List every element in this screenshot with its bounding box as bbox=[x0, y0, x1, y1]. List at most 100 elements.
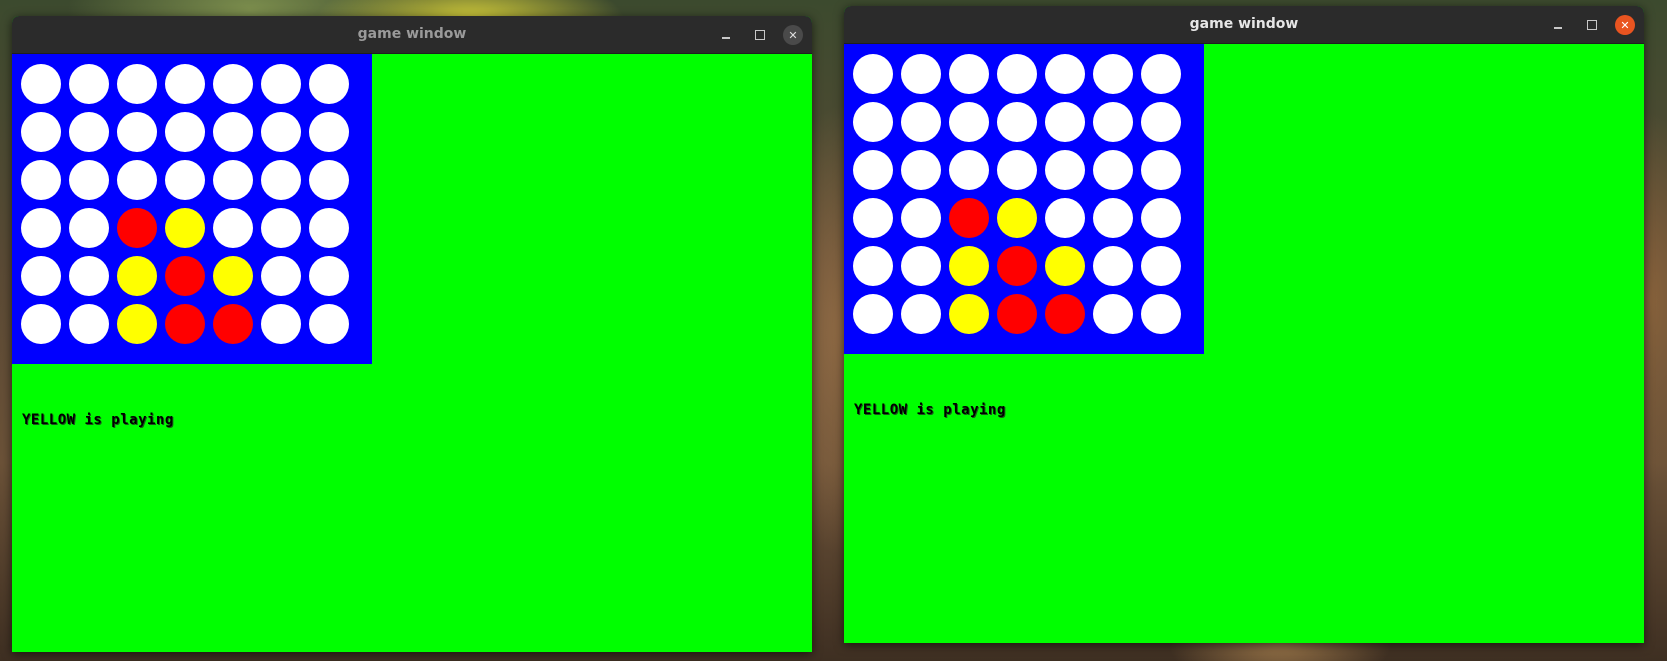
cell-red[interactable] bbox=[165, 304, 205, 344]
cell-empty[interactable] bbox=[21, 256, 61, 296]
cell-empty[interactable] bbox=[69, 112, 109, 152]
cell-empty[interactable] bbox=[1045, 150, 1085, 190]
cell-yellow[interactable] bbox=[949, 246, 989, 286]
cell-empty[interactable] bbox=[1093, 246, 1133, 286]
cell-empty[interactable] bbox=[69, 64, 109, 104]
cell-empty[interactable] bbox=[69, 256, 109, 296]
cell-empty[interactable] bbox=[1045, 198, 1085, 238]
cell-empty[interactable] bbox=[901, 54, 941, 94]
cell-empty[interactable] bbox=[853, 150, 893, 190]
connect-four-board[interactable] bbox=[12, 54, 372, 364]
cell-empty[interactable] bbox=[261, 64, 301, 104]
cell-empty[interactable] bbox=[213, 64, 253, 104]
cell-empty[interactable] bbox=[997, 54, 1037, 94]
cell-empty[interactable] bbox=[1141, 198, 1181, 238]
cell-empty[interactable] bbox=[261, 112, 301, 152]
cell-empty[interactable] bbox=[901, 150, 941, 190]
cell-yellow[interactable] bbox=[1045, 246, 1085, 286]
titlebar[interactable]: game window ✕ bbox=[12, 16, 812, 54]
cell-red[interactable] bbox=[997, 294, 1037, 334]
cell-empty[interactable] bbox=[1093, 294, 1133, 334]
cell-red[interactable] bbox=[117, 208, 157, 248]
cell-empty[interactable] bbox=[165, 64, 205, 104]
cell-empty[interactable] bbox=[901, 198, 941, 238]
cell-empty[interactable] bbox=[309, 208, 349, 248]
cell-empty[interactable] bbox=[165, 112, 205, 152]
cell-empty[interactable] bbox=[261, 160, 301, 200]
cell-empty[interactable] bbox=[261, 304, 301, 344]
maximize-icon[interactable] bbox=[1582, 15, 1602, 35]
cell-empty[interactable] bbox=[21, 64, 61, 104]
cell-empty[interactable] bbox=[997, 150, 1037, 190]
cell-empty[interactable] bbox=[21, 208, 61, 248]
cell-empty[interactable] bbox=[853, 102, 893, 142]
cell-empty[interactable] bbox=[261, 256, 301, 296]
cell-empty[interactable] bbox=[1141, 294, 1181, 334]
cell-yellow[interactable] bbox=[949, 294, 989, 334]
cell-empty[interactable] bbox=[21, 304, 61, 344]
cell-empty[interactable] bbox=[309, 304, 349, 344]
cell-empty[interactable] bbox=[901, 246, 941, 286]
cell-empty[interactable] bbox=[309, 160, 349, 200]
cell-empty[interactable] bbox=[309, 112, 349, 152]
cell-red[interactable] bbox=[997, 246, 1037, 286]
cell-yellow[interactable] bbox=[997, 198, 1037, 238]
cell-empty[interactable] bbox=[69, 304, 109, 344]
maximize-icon[interactable] bbox=[750, 25, 770, 45]
cell-empty[interactable] bbox=[309, 256, 349, 296]
status-text: YELLOW is playing bbox=[854, 402, 1006, 418]
cell-empty[interactable] bbox=[1141, 150, 1181, 190]
cell-empty[interactable] bbox=[853, 246, 893, 286]
cell-empty[interactable] bbox=[165, 160, 205, 200]
cell-empty[interactable] bbox=[1093, 102, 1133, 142]
cell-empty[interactable] bbox=[21, 160, 61, 200]
cell-yellow[interactable] bbox=[165, 208, 205, 248]
cell-empty[interactable] bbox=[117, 64, 157, 104]
cell-empty[interactable] bbox=[1093, 150, 1133, 190]
cell-red[interactable] bbox=[949, 198, 989, 238]
window-title: game window bbox=[1189, 16, 1299, 32]
cell-empty[interactable] bbox=[1093, 54, 1133, 94]
cell-empty[interactable] bbox=[901, 102, 941, 142]
cell-empty[interactable] bbox=[949, 54, 989, 94]
close-icon[interactable]: ✕ bbox=[783, 25, 803, 45]
cell-yellow[interactable] bbox=[213, 256, 253, 296]
minimize-icon[interactable] bbox=[1548, 15, 1568, 35]
cell-empty[interactable] bbox=[997, 102, 1037, 142]
cell-empty[interactable] bbox=[853, 198, 893, 238]
cell-empty[interactable] bbox=[853, 294, 893, 334]
cell-empty[interactable] bbox=[117, 112, 157, 152]
game-window-left[interactable]: game window ✕ YELLOW is playing bbox=[12, 16, 812, 652]
minimize-icon[interactable] bbox=[716, 25, 736, 45]
cell-empty[interactable] bbox=[853, 54, 893, 94]
titlebar[interactable]: game window ✕ bbox=[844, 6, 1644, 44]
cell-empty[interactable] bbox=[117, 160, 157, 200]
cell-empty[interactable] bbox=[261, 208, 301, 248]
cell-empty[interactable] bbox=[949, 150, 989, 190]
cell-empty[interactable] bbox=[1045, 102, 1085, 142]
cell-yellow[interactable] bbox=[117, 256, 157, 296]
cell-red[interactable] bbox=[165, 256, 205, 296]
cell-empty[interactable] bbox=[1093, 198, 1133, 238]
cell-empty[interactable] bbox=[901, 294, 941, 334]
cell-empty[interactable] bbox=[21, 112, 61, 152]
cell-empty[interactable] bbox=[1141, 54, 1181, 94]
game-canvas[interactable]: YELLOW is playing bbox=[12, 54, 812, 652]
game-canvas[interactable]: YELLOW is playing bbox=[844, 44, 1644, 643]
cell-empty[interactable] bbox=[213, 160, 253, 200]
cell-empty[interactable] bbox=[213, 112, 253, 152]
cell-empty[interactable] bbox=[69, 208, 109, 248]
cell-empty[interactable] bbox=[69, 160, 109, 200]
cell-empty[interactable] bbox=[1141, 102, 1181, 142]
cell-red[interactable] bbox=[1045, 294, 1085, 334]
cell-empty[interactable] bbox=[309, 64, 349, 104]
cell-red[interactable] bbox=[213, 304, 253, 344]
close-icon[interactable]: ✕ bbox=[1615, 15, 1635, 35]
connect-four-board[interactable] bbox=[844, 44, 1204, 354]
cell-yellow[interactable] bbox=[117, 304, 157, 344]
cell-empty[interactable] bbox=[1141, 246, 1181, 286]
cell-empty[interactable] bbox=[1045, 54, 1085, 94]
cell-empty[interactable] bbox=[213, 208, 253, 248]
cell-empty[interactable] bbox=[949, 102, 989, 142]
game-window-right[interactable]: game window ✕ YELLOW is playing bbox=[844, 6, 1644, 643]
